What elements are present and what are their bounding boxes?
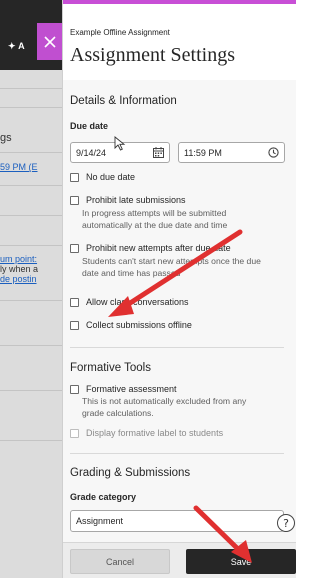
assignment-settings-panel: Example Offline Assignment Assignment Se… [62,0,296,578]
divider [0,345,62,346]
background-date-link[interactable]: 59 PM (E [0,162,38,172]
sparkle-icon: ✦ [8,41,16,51]
background-page: ✦ A gs 59 PM (E um point: ly when a de p… [0,0,62,578]
panel-title: Assignment Settings [70,44,236,66]
panel-footer: Cancel Save [63,542,296,578]
grading-submissions-heading: Grading & Submissions [70,467,191,479]
prohibit-late-hint: In progress attempts will be submitted a… [82,208,227,231]
background-heading: gs [0,132,12,144]
checkbox-box[interactable] [70,385,79,394]
hint-line: date and time has passed [82,267,181,278]
background-text-line[interactable]: de postin [0,274,37,284]
display-formative-label-label: Display formative label to students [86,428,224,438]
panel-subtitle: Example Offline Assignment [70,28,170,37]
checkbox-box[interactable] [70,173,79,182]
calendar-icon[interactable] [153,147,164,158]
save-button[interactable]: Save [186,549,296,574]
hint-line: In progress attempts will be submitted [82,208,227,218]
due-date-value: 9/14/24 [76,147,107,158]
cancel-button[interactable]: Cancel [70,549,170,574]
divider [0,152,62,153]
background-text-line[interactable]: um point: [0,254,37,264]
details-heading: Details & Information [70,95,177,107]
allow-class-conversations-checkbox[interactable]: Allow class conversations [70,297,189,307]
help-icon[interactable]: ? [277,514,295,532]
due-time-input[interactable]: 11:59 PM [178,142,285,163]
background-add-label: A [18,41,25,51]
close-icon [43,35,56,48]
divider [0,88,62,89]
background-text-line: ly when a [0,264,39,274]
section-divider [70,347,284,348]
formative-assessment-hint: This is not automatically excluded from … [82,396,246,419]
close-panel-button[interactable] [37,23,62,60]
divider [0,215,62,216]
checkbox-box[interactable] [70,298,79,307]
hint-line: This is not automatically excluded from … [82,396,247,406]
divider [0,185,62,186]
display-formative-label-checkbox: Display formative label to students [70,428,223,438]
divider [0,440,62,441]
checkbox-box [70,429,79,438]
grade-category-label: Grade category [70,492,137,502]
formative-assessment-checkbox[interactable]: Formative assessment [70,384,177,394]
panel-header: Example Offline Assignment Assignment Se… [63,4,296,80]
clock-icon[interactable] [268,147,279,158]
section-divider [70,453,284,454]
formative-tools-heading: Formative Tools [70,362,151,374]
panel-body: Details & Information Due date 9/14/24 1… [63,80,296,542]
grade-category-select[interactable]: Assignment [70,510,284,532]
grade-category-value: Assignment [76,516,124,526]
due-time-value: 11:59 PM [184,147,222,158]
divider [0,107,62,108]
prohibit-late-checkbox[interactable]: Prohibit late submissions [70,195,186,205]
checkbox-box[interactable] [70,196,79,205]
allow-class-conversations-label: Allow class conversations [86,297,189,307]
prohibit-late-label: Prohibit late submissions [86,195,186,205]
no-due-date-label: No due date [86,172,136,182]
background-add-button[interactable]: ✦ A [8,41,25,52]
divider [0,390,62,391]
due-date-label: Due date [70,121,109,131]
collect-submissions-offline-label: Collect submissions offline [86,320,192,330]
divider [0,300,62,301]
hint-line: grade calculations. [82,407,154,418]
hint-line: Students can't start new attempts once t… [82,256,261,266]
checkbox-box[interactable] [70,244,79,253]
no-due-date-checkbox[interactable]: No due date [70,172,135,182]
prohibit-new-attempts-hint: Students can't start new attempts once t… [82,256,261,279]
mouse-cursor-icon [114,136,126,151]
prohibit-new-attempts-checkbox[interactable]: Prohibit new attempts after due date [70,243,231,253]
checkbox-box[interactable] [70,321,79,330]
hint-line: automatically at the due date and time [82,219,228,230]
collect-submissions-offline-checkbox[interactable]: Collect submissions offline [70,320,192,330]
formative-assessment-label: Formative assessment [86,384,177,394]
divider [0,245,62,246]
prohibit-new-attempts-label: Prohibit new attempts after due date [86,243,231,253]
